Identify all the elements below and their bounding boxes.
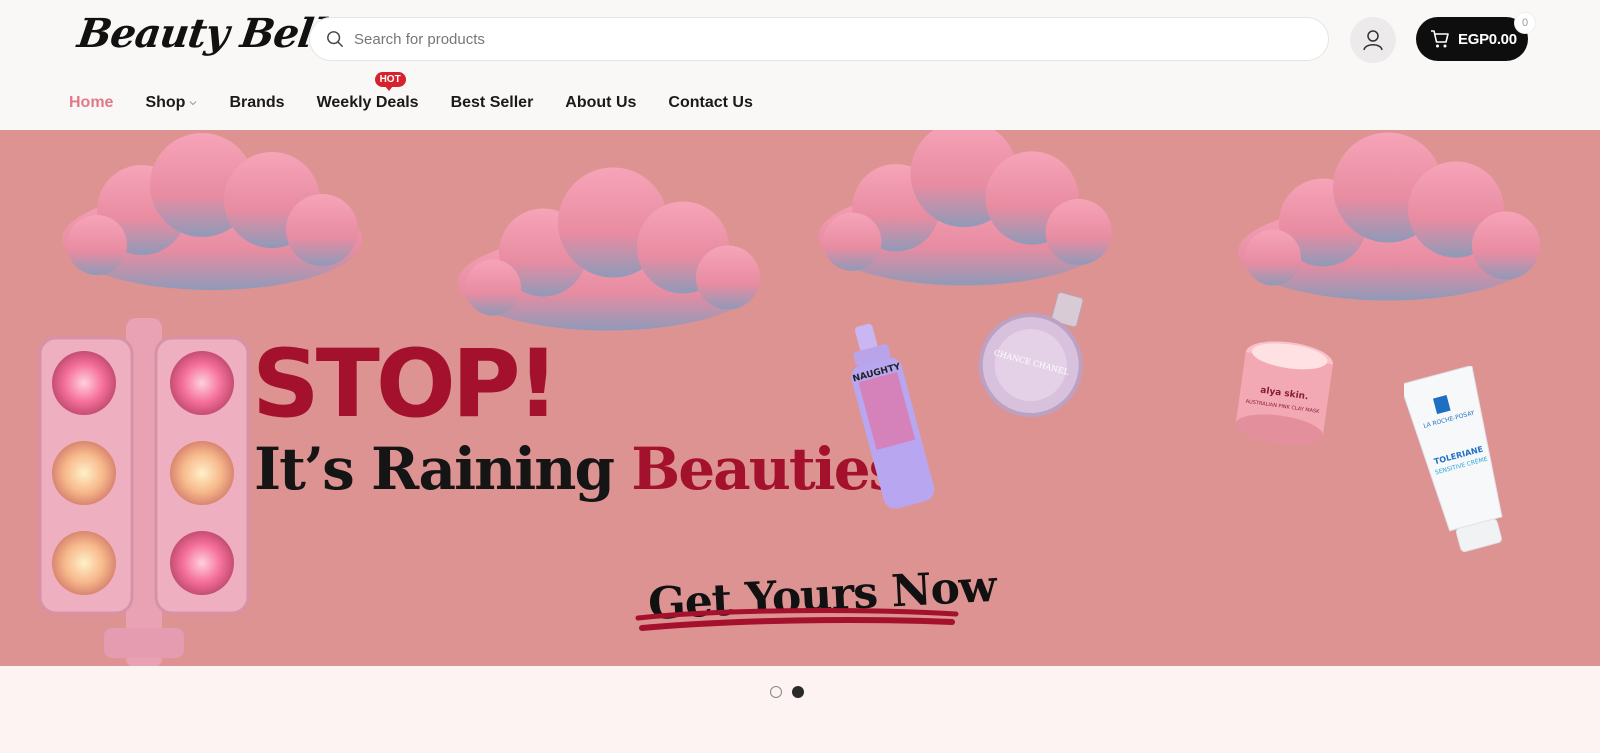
nav-shop[interactable]: Shop [145, 94, 197, 112]
nav-best-seller-label: Best Seller [450, 94, 534, 111]
perfume-bottle-image: CHANCE CHANEL [978, 291, 1084, 418]
slider-pagination [770, 686, 814, 698]
traffic-light-image [38, 318, 250, 666]
nav-about-us[interactable]: About Us [565, 94, 636, 112]
nav-brands[interactable]: Brands [229, 94, 284, 112]
slider-dot-2[interactable] [792, 686, 804, 698]
cta-underline [635, 608, 959, 631]
nav-home[interactable]: Home [69, 94, 113, 112]
nav-contact-us-label: Contact Us [668, 94, 753, 111]
user-icon [1363, 30, 1383, 51]
spray-bottle-image: NAUGHTY [851, 323, 935, 509]
nav-weekly-deals[interactable]: Weekly Deals HOT [316, 72, 419, 112]
cloud-image [458, 167, 760, 331]
hot-badge: HOT [374, 72, 406, 91]
chevron-down-icon [190, 101, 197, 106]
nav-best-seller[interactable]: Best Seller [451, 94, 534, 112]
search-input[interactable] [354, 30, 1254, 48]
hero-banner[interactable]: STOP! It’s Raining Beauties NAUGHTY CHAN… [0, 130, 1600, 666]
cart-count-badge: 0 [1514, 12, 1536, 34]
nav-contact-us[interactable]: Contact Us [668, 94, 752, 112]
cart-total: EGP0.00 [1458, 30, 1517, 48]
cream-tube-image: LA ROCHE-POSAY TOLERIANE SENSITIVE CRÈME [1404, 366, 1503, 553]
cream-jar-image: alya skin. AUSTRALIAN PINK CLAY MASK [1235, 341, 1333, 445]
hero-subheadline-part1: It’s Raining [254, 435, 632, 503]
slider-dot-1[interactable] [770, 686, 782, 698]
nav-shop-label: Shop [145, 94, 186, 111]
hero-subheadline: It’s Raining Beauties [254, 440, 901, 498]
cloud-image [1238, 132, 1540, 301]
search-bar[interactable] [309, 17, 1329, 61]
cart-button[interactable]: EGP0.00 [1416, 17, 1528, 61]
main-nav: Home Shop Brands Weekly Deals HOT Best S… [69, 72, 785, 112]
cloud-image [818, 130, 1112, 286]
nav-brands-label: Brands [229, 94, 285, 111]
cloud-image [62, 133, 362, 290]
account-button[interactable] [1350, 17, 1396, 63]
nav-home-label: Home [69, 94, 114, 111]
search-icon[interactable] [326, 30, 344, 48]
cart-icon [1431, 30, 1449, 48]
nav-about-us-label: About Us [565, 94, 637, 111]
nav-weekly-deals-label: Weekly Deals [316, 94, 419, 111]
site-header: Beauty Belle EGP0.00 0 Home Shop Brands … [0, 0, 1600, 130]
hero-headline: STOP! [252, 330, 559, 439]
